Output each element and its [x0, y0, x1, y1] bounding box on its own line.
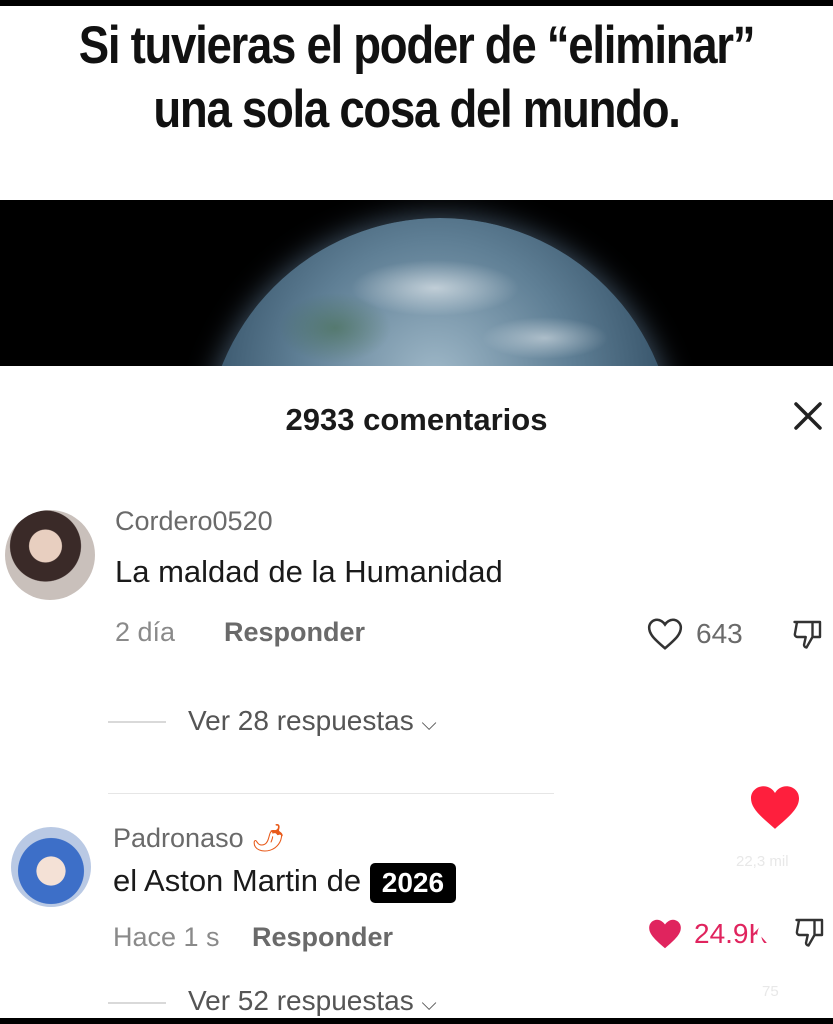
- view-replies-label: Ver 28 respuestas: [188, 705, 414, 736]
- overlay-like-count: 22,3 mil: [736, 853, 789, 870]
- comment-text: el Aston Martin de 2026: [113, 863, 457, 903]
- replies-divider-line: [108, 721, 166, 723]
- view-replies-label: Ver 52 respuestas: [188, 985, 414, 1016]
- comments-sheet: 2933 comentarios Cordero0520 La maldad d…: [0, 366, 833, 1018]
- view-replies-button[interactable]: Ver 52 respuestas ⌵: [188, 985, 437, 1017]
- comment-text-body: el Aston Martin de: [113, 863, 362, 899]
- avatar[interactable]: [5, 510, 95, 600]
- chevron-down-icon: ⌵: [421, 713, 437, 735]
- overlay-share-count: 75: [762, 983, 779, 1000]
- year-badge: 2026: [369, 863, 457, 903]
- avatar[interactable]: [11, 827, 91, 907]
- reply-button[interactable]: Responder: [252, 922, 393, 953]
- earth-image: [0, 200, 833, 366]
- dislike-icon[interactable]: [790, 616, 826, 652]
- comment-time: Hace 1 s: [113, 922, 220, 952]
- dislike-icon[interactable]: [792, 914, 828, 950]
- like-count: 643: [696, 618, 743, 649]
- heart-outline-icon[interactable]: [646, 616, 684, 652]
- heart-filled-icon[interactable]: [748, 783, 802, 831]
- replies-divider-line: [108, 1002, 166, 1004]
- view-replies-button[interactable]: Ver 28 respuestas ⌵: [188, 705, 437, 737]
- comment-text: La maldad de la Humanidad: [115, 554, 503, 589]
- share-icon[interactable]: [754, 916, 796, 958]
- comment-separator: [108, 793, 554, 794]
- close-icon[interactable]: [788, 396, 828, 436]
- meme-headline: Si tuvieras el poder de “eliminar” una s…: [58, 14, 774, 142]
- heart-filled-icon[interactable]: [646, 916, 684, 952]
- headline-line-1: Si tuvieras el poder de “eliminar”: [78, 16, 756, 75]
- screenshot-frame: Si tuvieras el poder de “eliminar” una s…: [0, 0, 833, 1024]
- bottom-border: [0, 1018, 833, 1024]
- comment-username[interactable]: Cordero0520: [115, 506, 273, 537]
- comment-username[interactable]: Padronaso 🌶: [113, 822, 285, 854]
- chevron-down-icon: ⌵: [421, 993, 437, 1015]
- comments-count-title: 2933 comentarios: [285, 402, 548, 437]
- top-border: [0, 0, 833, 6]
- username-label: Padronaso: [113, 823, 244, 853]
- headline-line-2: una sola cosa del mundo.: [153, 80, 681, 139]
- comment-time: 2 día: [115, 617, 176, 647]
- reply-button[interactable]: Responder: [224, 617, 365, 648]
- earth-globe: [205, 218, 675, 366]
- chili-pepper-icon: 🌶: [251, 823, 286, 853]
